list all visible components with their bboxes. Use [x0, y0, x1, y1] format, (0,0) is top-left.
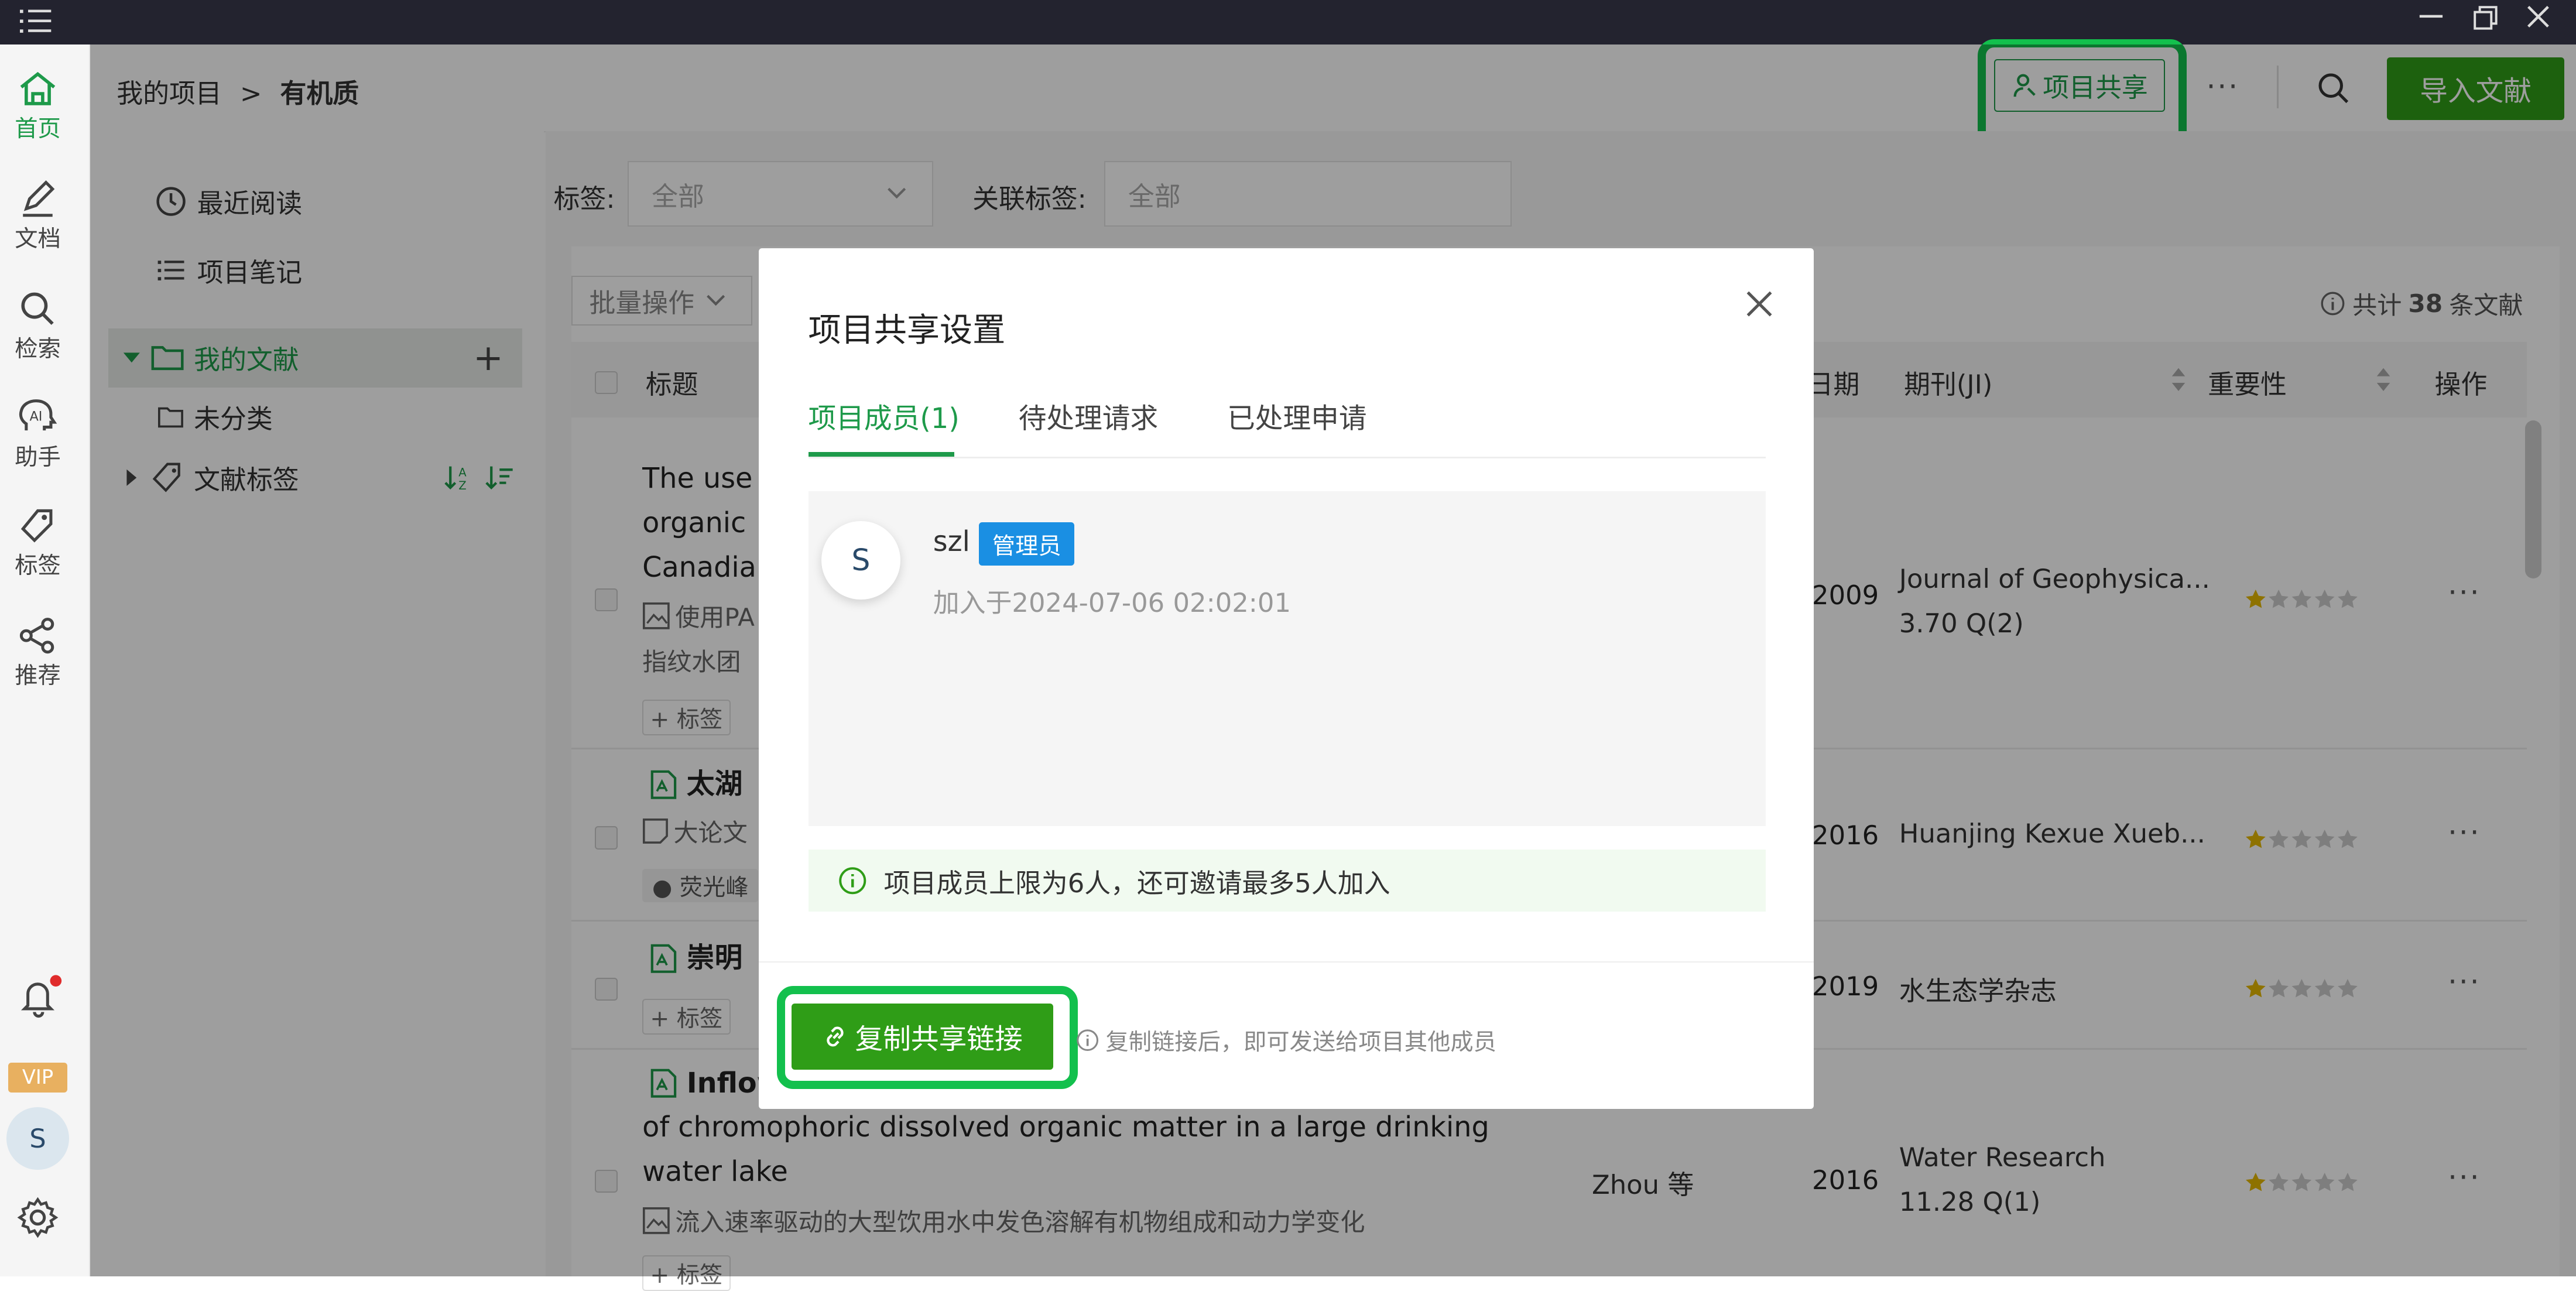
sidebar-label: 文档	[15, 225, 61, 252]
tab-processed-applications[interactable]: 已处理申请	[1227, 396, 1366, 436]
hint-text: 复制链接后，即可发送给项目其他成员	[1105, 1029, 1496, 1056]
copy-hint: 复制链接后，即可发送给项目其他成员	[1076, 1023, 1496, 1057]
minimize-icon[interactable]	[2418, 12, 2444, 35]
close-window-icon[interactable]	[2525, 4, 2551, 30]
notice-text: 项目成员上限为6人，还可邀请最多5人加入	[883, 867, 1390, 899]
member-limit-notice: 项目成员上限为6人，还可邀请最多5人加入	[808, 849, 1766, 912]
search-icon	[0, 289, 76, 328]
sidebar-label: 首页	[15, 115, 61, 142]
close-icon[interactable]	[1743, 287, 1776, 320]
sidebar-item-tags[interactable]: 标签	[0, 506, 76, 580]
svg-text:AI: AI	[29, 409, 42, 424]
sidebar-item-docs[interactable]: 文档	[0, 179, 76, 254]
menu-icon[interactable]	[19, 6, 53, 36]
copy-button-highlight	[777, 985, 1078, 1090]
sidebar: 首页 文档 检索 AI 助手 标签 推荐 VIP S	[0, 44, 90, 1277]
member-name: szl	[933, 525, 970, 558]
sidebar-label: 标签	[15, 553, 61, 580]
tab-pending-requests[interactable]: 待处理请求	[1019, 396, 1158, 436]
info-icon	[1076, 1029, 1099, 1052]
modal-title: 项目共享设置	[808, 311, 1006, 350]
sidebar-label: 推荐	[15, 663, 61, 690]
tab-underline	[808, 457, 1766, 458]
tag-icon	[0, 506, 76, 545]
sidebar-item-recommend[interactable]: 推荐	[0, 616, 76, 690]
tab-members[interactable]: 项目成员(1)	[809, 396, 960, 436]
ai-icon: AI	[0, 398, 76, 437]
sidebar-item-home[interactable]: 首页	[0, 69, 76, 143]
sidebar-label: 检索	[15, 335, 61, 362]
settings-icon[interactable]	[16, 1196, 59, 1239]
pen-icon	[0, 179, 76, 218]
title-bar	[0, 0, 2576, 44]
sidebar-item-search[interactable]: 检索	[0, 289, 76, 364]
restore-icon[interactable]	[2472, 5, 2499, 31]
modal-footer-divider	[759, 961, 1814, 963]
member-avatar: S	[821, 520, 900, 600]
share-nodes-icon	[0, 616, 76, 655]
home-icon	[0, 69, 76, 108]
sidebar-label: 助手	[15, 444, 61, 471]
avatar[interactable]: S	[6, 1107, 69, 1170]
info-circle-icon	[838, 866, 868, 896]
member-joined-time: 加入于2024-07-06 02:02:01	[933, 587, 1292, 619]
tab-active-indicator	[808, 451, 955, 457]
bell-icon[interactable]	[16, 974, 63, 1021]
admin-badge: 管理员	[979, 522, 1075, 566]
vip-badge[interactable]: VIP	[8, 1063, 68, 1093]
sidebar-item-assistant[interactable]: AI 助手	[0, 398, 76, 472]
